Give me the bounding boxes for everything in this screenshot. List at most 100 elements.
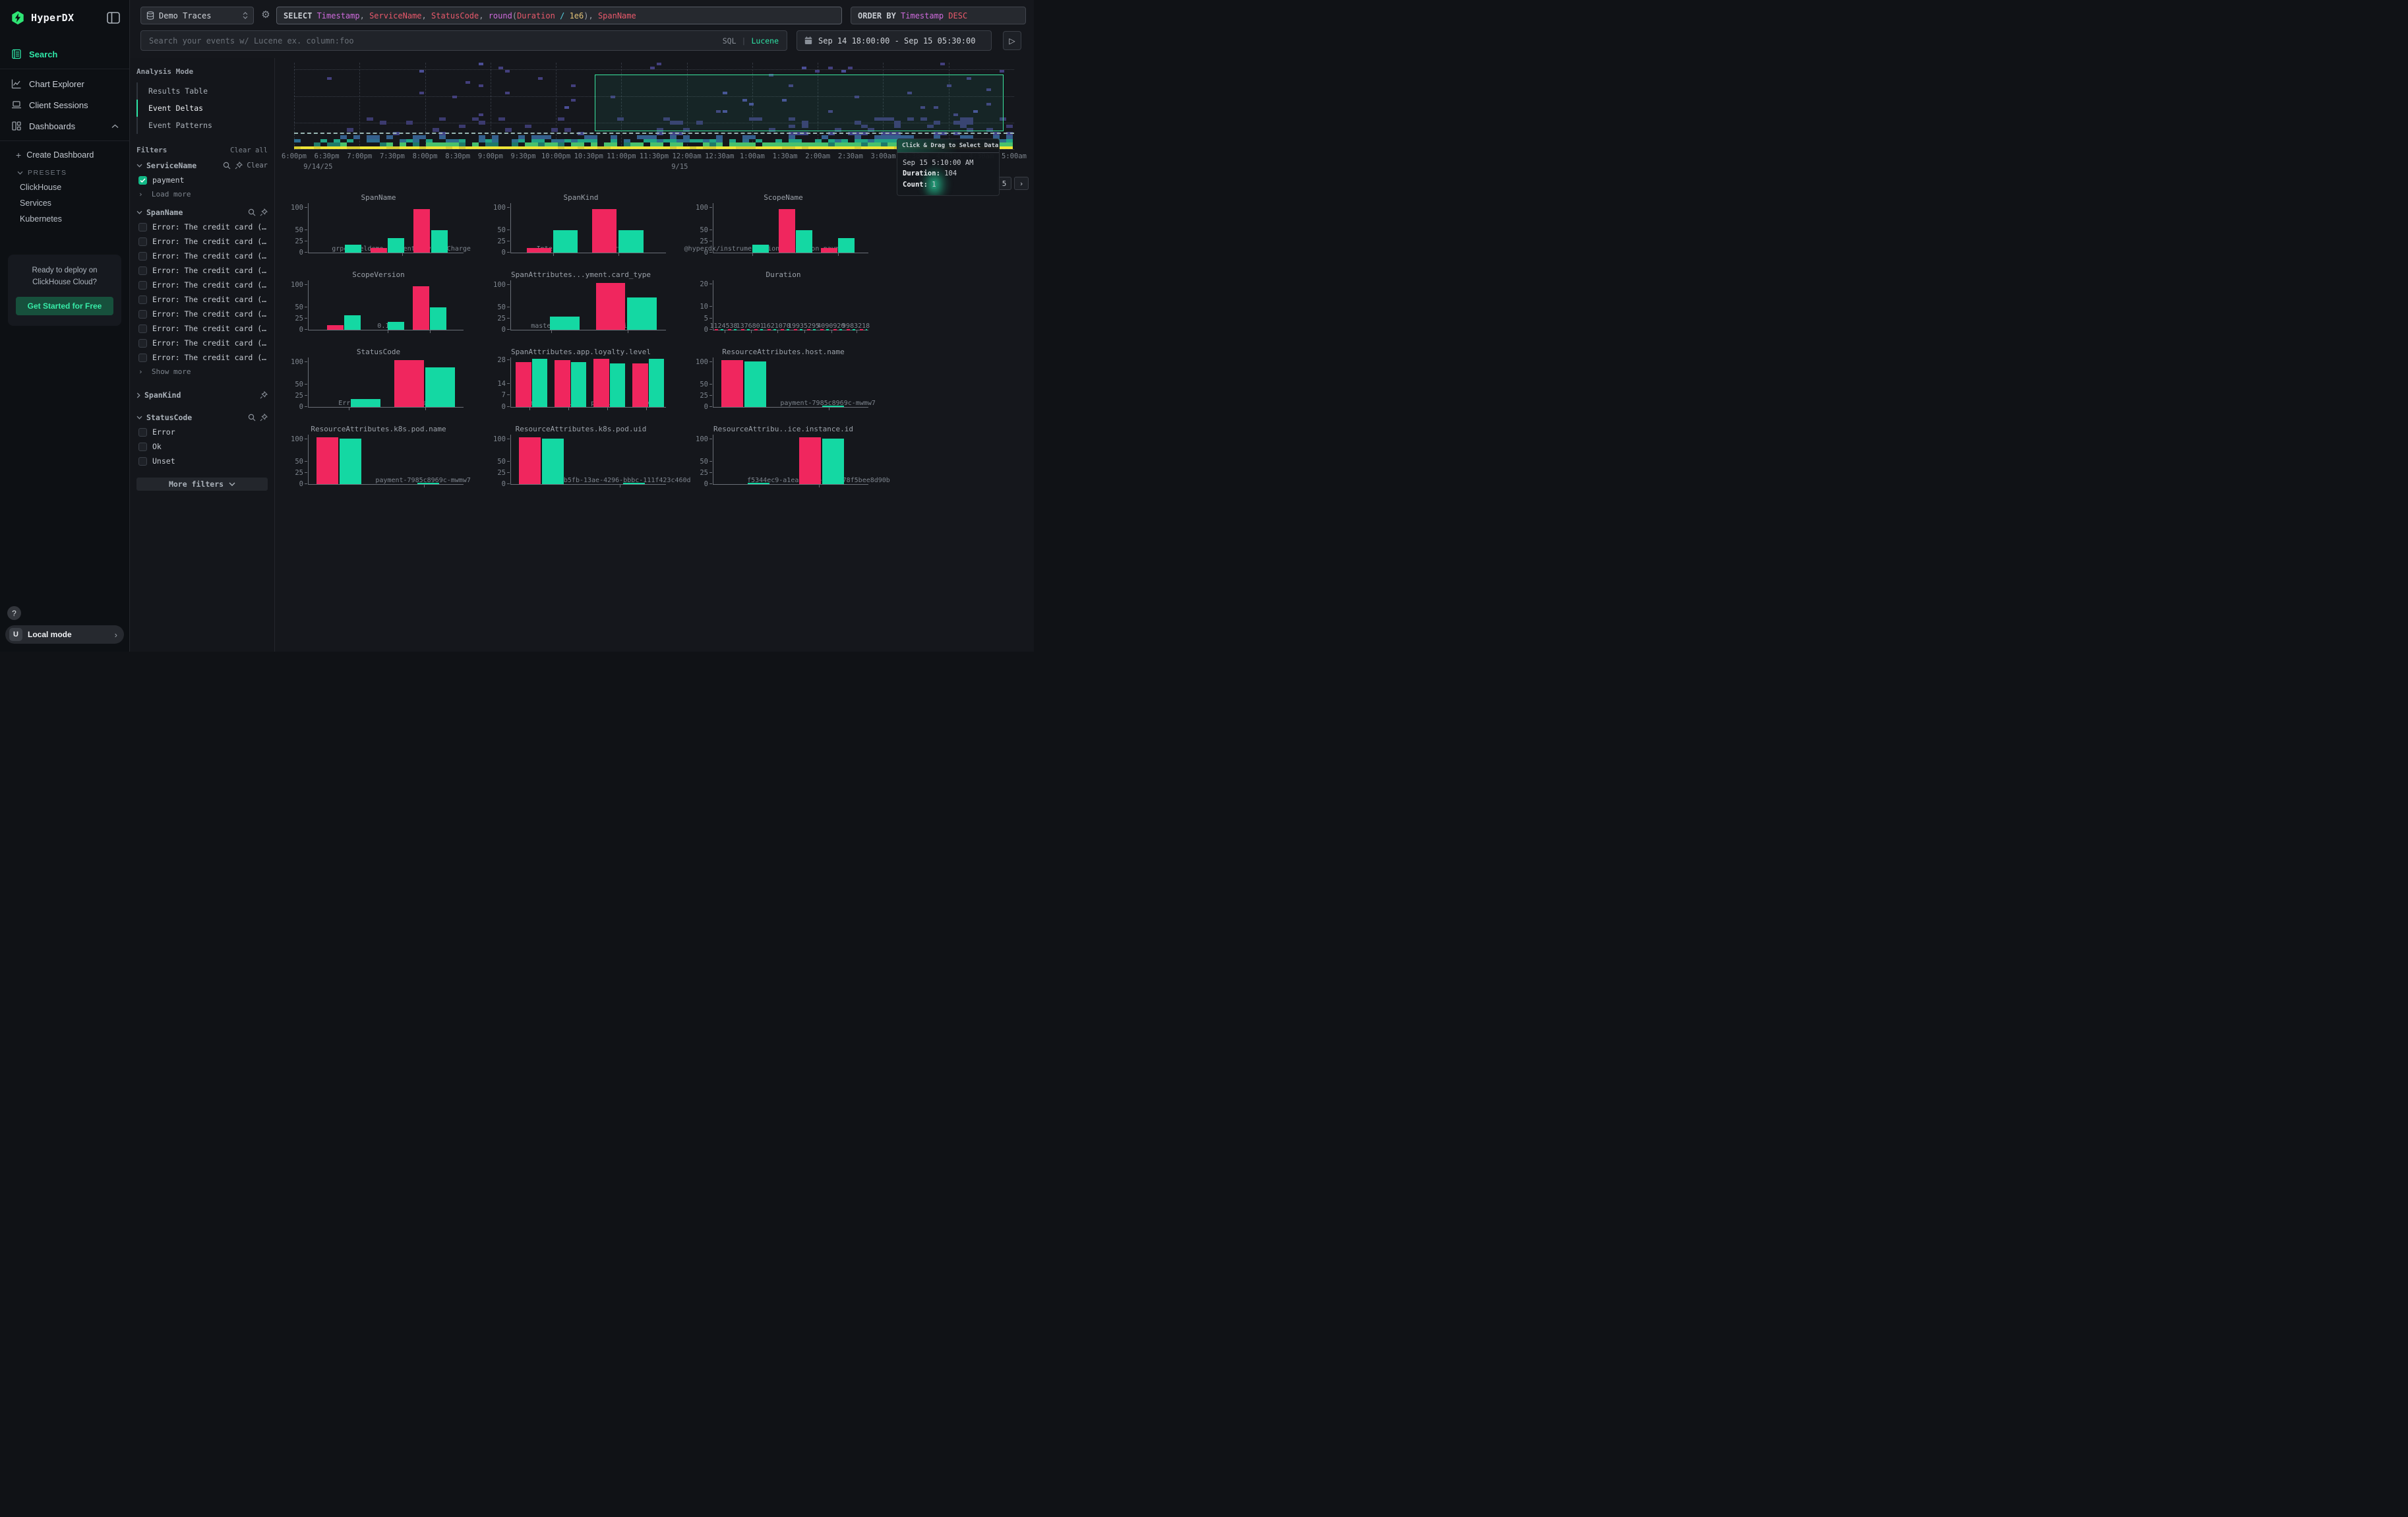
get-started-button[interactable]: Get Started for Free [16,297,114,315]
source-select[interactable]: Demo Traces [140,7,254,24]
load-more-button[interactable]: › Load more [130,187,274,201]
chart-plot[interactable]: 10050250 [713,357,868,408]
help-button[interactable]: ? [7,606,21,620]
checkbox[interactable] [138,310,147,319]
sidebar-item-client-sessions[interactable]: Client Sessions [0,94,129,115]
checkbox[interactable] [138,266,147,275]
chart-bar[interactable] [351,399,380,407]
chevron-down-icon[interactable] [136,164,142,168]
chart-bar[interactable] [592,209,617,253]
chart-plot[interactable]: 10050250 [510,280,666,330]
chart-bar[interactable] [744,361,766,407]
chart-bar[interactable] [327,325,344,330]
sql-select-editor[interactable]: SELECT Timestamp, ServiceName, StatusCod… [276,7,842,24]
pin-icon[interactable] [260,208,268,216]
chart-plot[interactable]: 10050250 [308,280,464,330]
filter-checkbox-row[interactable]: Error: The credit card (… [130,278,274,292]
chart-plot[interactable]: 10050250 [510,203,666,253]
chevron-down-icon[interactable] [136,416,142,419]
filter-checkbox-row[interactable]: payment [130,173,274,187]
chart-bar[interactable] [394,360,424,407]
clear-all-button[interactable]: Clear all [230,146,268,154]
chart-plot[interactable]: 201050 [713,280,868,330]
chart-bar[interactable] [425,367,455,407]
search-icon[interactable] [248,414,256,421]
run-query-button[interactable]: ▷ [1003,31,1021,50]
filter-checkbox-row[interactable]: Error: The credit card (… [130,350,274,365]
checkbox[interactable] [138,295,147,304]
more-filters-button[interactable]: More filters [136,478,268,491]
chart-bar[interactable] [623,483,645,484]
chart-bar[interactable] [555,360,570,407]
chart-bar[interactable] [618,230,644,253]
filter-checkbox-row[interactable]: Error: The credit card (… [130,307,274,321]
chart-bar[interactable] [649,359,665,407]
user-menu[interactable]: U Local mode › [5,625,124,644]
pin-icon[interactable] [260,391,268,399]
presets-toggle[interactable]: PRESETS [0,165,129,179]
sidebar-item-search[interactable]: Search [0,44,129,65]
chart-plot[interactable]: 10050250 [510,435,666,485]
search-input[interactable] [141,36,723,46]
chart-plot[interactable]: 10050250 [308,203,464,253]
chart-bar[interactable] [371,248,387,253]
checkbox[interactable] [138,223,147,232]
chart-bar[interactable] [340,439,361,484]
sidebar-collapse-icon[interactable] [107,12,120,24]
chart-bar[interactable] [838,238,855,253]
chart-bar[interactable] [542,439,564,484]
chart-plot[interactable]: 10050250 [713,203,868,253]
checkbox[interactable] [138,176,147,185]
chart-bar[interactable] [344,315,361,330]
chart-bar[interactable] [596,283,626,330]
chart-bar[interactable] [553,230,578,253]
chart-bar[interactable] [516,362,531,407]
chart-bar[interactable] [417,483,439,484]
filter-group-name[interactable]: ServiceName [146,161,219,170]
chart-bar[interactable] [388,238,404,253]
filter-checkbox-row[interactable]: Error: The credit card (… [130,220,274,234]
chart-bar[interactable] [821,248,837,253]
preset-services[interactable]: Services [0,195,129,211]
sidebar-item-chart-explorer[interactable]: Chart Explorer [0,73,129,94]
chart-bar[interactable] [752,245,769,253]
chart-bar[interactable] [388,322,404,330]
filter-checkbox-row[interactable]: Error: The credit card (… [130,292,274,307]
chevron-down-icon[interactable] [136,210,142,214]
pin-icon[interactable] [260,414,268,421]
filter-group-name[interactable]: SpanKind [144,390,256,400]
preset-kubernetes[interactable]: Kubernetes [0,211,129,227]
checkbox[interactable] [138,354,147,362]
chart-bar[interactable] [799,437,821,484]
chart-plot[interactable]: 281470 [510,357,666,408]
chart-bar[interactable] [430,307,446,330]
filter-group-name[interactable]: SpanName [146,208,244,217]
filter-checkbox-row[interactable]: Ok [130,439,274,454]
date-range-picker[interactable]: Sep 14 18:00:00 - Sep 15 05:30:00 [797,30,992,51]
chart-bar[interactable] [610,363,626,407]
chart-plot[interactable]: 10050250 [308,357,464,408]
chart-bar[interactable] [571,362,587,407]
page-next-button[interactable]: › [1014,177,1029,190]
chart-bar[interactable] [632,363,648,407]
checkbox[interactable] [138,339,147,348]
checkbox[interactable] [138,281,147,290]
mode-lucene[interactable]: Lucene [751,36,779,46]
chevron-right-icon[interactable] [136,392,140,398]
checkbox[interactable] [138,443,147,451]
create-dashboard-button[interactable]: + Create Dashboard [0,145,129,165]
checkbox[interactable] [138,457,147,466]
chart-plot[interactable]: 10050250 [713,435,868,485]
chart-bar[interactable] [550,317,580,330]
filter-checkbox-row[interactable]: Unset [130,454,274,468]
search-icon[interactable] [248,208,256,216]
sql-orderby-editor[interactable]: ORDER BY Timestamp DESC [851,7,1026,24]
analysis-mode-event-patterns[interactable]: Event Patterns [136,117,274,134]
chart-plot[interactable]: 10050250 [308,435,464,485]
chart-bar[interactable] [316,437,338,484]
chart-bar[interactable] [519,437,541,484]
chart-bar[interactable] [796,230,812,253]
filter-checkbox-row[interactable]: Error: The credit card (… [130,263,274,278]
heatmap-selection[interactable] [595,75,1003,131]
chart-bar[interactable] [413,209,430,253]
